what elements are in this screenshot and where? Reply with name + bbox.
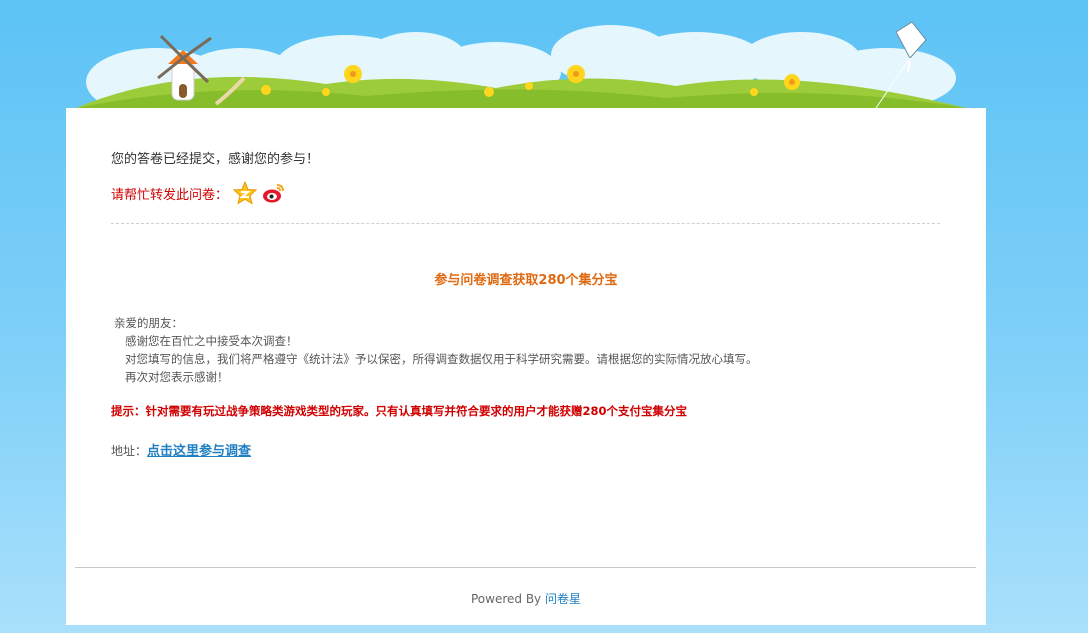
- weibo-icon[interactable]: [262, 181, 286, 205]
- result-panel: 您的答卷已经提交，感谢您的参与！ 请帮忙转发此问卷： 参与问卷调查获取280个集…: [66, 108, 986, 625]
- footer-divider: [75, 567, 976, 568]
- brand-link[interactable]: 问卷星: [545, 592, 581, 606]
- landscape-illustration: [76, 21, 966, 116]
- powered-by-text: Powered By: [470, 592, 542, 606]
- reward-title: 参与问卷调查获取280个集分宝: [434, 273, 618, 288]
- letter-line: 再次对您表示感谢！: [125, 370, 229, 384]
- dashed-divider: [111, 223, 940, 224]
- survey-link[interactable]: 点击这里参与调查: [147, 444, 251, 459]
- letter-line: 对您填写的信息，我们将严格遵守《统计法》予以保密，所得调查数据仅用于科学研究需要…: [125, 352, 758, 366]
- qzone-star-icon[interactable]: [233, 181, 258, 205]
- letter-greeting: 亲爱的朋友：: [114, 316, 183, 330]
- address-row: 地址：点击这里参与调查: [111, 440, 251, 459]
- footer: Powered By 问卷星: [66, 590, 986, 607]
- address-label: 地址：: [111, 444, 148, 458]
- letter-body: 亲爱的朋友： 感谢您在百忙之中接受本次调查！ 对您填写的信息，我们将严格遵守《统…: [114, 314, 758, 386]
- share-label: 请帮忙转发此问卷：: [111, 187, 229, 203]
- eligibility-tip: 提示：针对需要有玩过战争策略类游戏类型的玩家。只有认真填写并符合要求的用户才能获…: [111, 404, 687, 418]
- header-banner: [66, 0, 986, 116]
- submission-success-message: 您的答卷已经提交，感谢您的参与！: [111, 152, 320, 167]
- share-row: 请帮忙转发此问卷：: [111, 181, 286, 205]
- letter-line: 感谢您在百忙之中接受本次调查！: [125, 334, 298, 348]
